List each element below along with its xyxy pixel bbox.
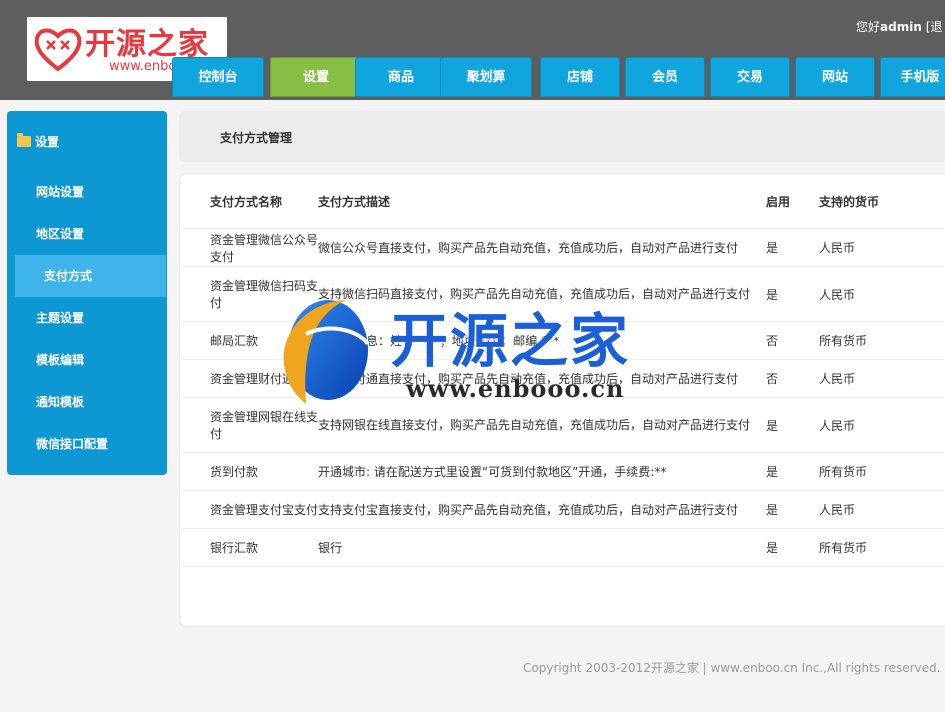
table-header-row: 支付方式名称 支付方式描述 启用 支持的货币 xyxy=(182,174,944,229)
cell-name[interactable]: 资金管理财付通支付 xyxy=(182,359,318,398)
sidebar-item-theme-settings[interactable]: 主题设置 xyxy=(7,297,167,339)
nav-tab-mobile[interactable]: 手机版 xyxy=(880,57,945,97)
cell-desc: 支持支付宝直接支付，购买产品先自动充值，充值成功后，自动对产品进行支付 xyxy=(318,490,766,529)
cell-currency: 人民币 xyxy=(819,490,944,529)
folder-icon xyxy=(17,133,31,147)
table-row[interactable]: 资金管理微信公众号支付 微信公众号直接支付，购买产品先自动充值，充值成功后，自动… xyxy=(182,228,944,267)
table-row[interactable]: 资金管理网银在线支付 支持网银在线直接支付，购买产品先自动充值，充值成功后，自动… xyxy=(182,397,944,453)
sidebar-item-payment-methods[interactable]: 支付方式 xyxy=(15,255,166,297)
top-bar: 开源之家 www.enbooo.cn 您好admin [退 控制台 设置 商品 … xyxy=(0,0,945,100)
cell-currency: 人民币 xyxy=(819,266,944,322)
sidebar-item-notify-template[interactable]: 通知模板 xyxy=(7,381,167,423)
table-row[interactable]: 资金管理微信扫码支付 支持微信扫码直接支付，购买产品先自动充值，充值成功后，自动… xyxy=(182,266,944,322)
table-row[interactable]: 邮局汇款 收款人信息：姓名 *** ；地址 *** ；邮编 *** 否 所有货币 xyxy=(182,321,944,360)
column-header-name: 支付方式名称 xyxy=(182,174,318,229)
column-header-desc: 支付方式描述 xyxy=(318,174,766,229)
sidebar: 设置 网站设置 地区设置 支付方式 主题设置 模板编辑 通知模板 微信接口配置 xyxy=(7,111,167,475)
cell-enabled: 是 xyxy=(766,228,819,267)
breadcrumb: 支付方式管理 xyxy=(179,111,945,162)
user-greeting: 您好admin [退 xyxy=(856,18,942,35)
cell-enabled: 否 xyxy=(766,359,819,398)
nav-tab-settings[interactable]: 设置 xyxy=(270,57,362,97)
cell-desc: 支持网银在线直接支付，购买产品先自动充值，充值成功后，自动对产品进行支付 xyxy=(318,397,766,453)
sidebar-item-region-settings[interactable]: 地区设置 xyxy=(7,213,167,255)
table-row[interactable]: 资金管理财付通支付 支持财付通直接支付，购买产品先自动充值，充值成功后，自动对产… xyxy=(182,359,944,398)
cell-desc: 收款人信息：姓名 *** ；地址 *** ；邮编 *** xyxy=(318,321,766,360)
main-nav: 控制台 设置 商品 聚划算 店铺 会员 交易 网站 手机版 xyxy=(172,57,945,97)
cell-desc: 支持财付通直接支付，购买产品先自动充值，充值成功后，自动对产品进行支付 xyxy=(318,359,766,398)
cell-currency: 所有货币 xyxy=(819,321,944,360)
sidebar-title-label: 设置 xyxy=(35,135,60,149)
column-header-currency: 支持的货币 xyxy=(819,174,944,229)
sidebar-item-wechat-api[interactable]: 微信接口配置 xyxy=(7,423,167,465)
greeting-prefix: 您好 xyxy=(856,20,881,34)
cell-currency: 人民币 xyxy=(819,397,944,453)
cell-desc: 开通城市: 请在配送方式里设置“可货到付款地区”开通，手续费:** xyxy=(318,452,766,491)
sidebar-title: 设置 xyxy=(17,133,59,150)
cell-name[interactable]: 货到付款 xyxy=(182,452,318,491)
cell-name[interactable]: 银行汇款 xyxy=(182,528,318,567)
nav-tab-group-buy[interactable]: 聚划算 xyxy=(440,57,532,97)
cell-enabled: 是 xyxy=(766,452,819,491)
payment-table-panel: 支付方式名称 支付方式描述 启用 支持的货币 资金管理微信公众号支付 微信公众号… xyxy=(179,173,945,627)
cell-enabled: 是 xyxy=(766,490,819,529)
page-title: 支付方式管理 xyxy=(220,131,293,145)
sidebar-item-website-settings[interactable]: 网站设置 xyxy=(7,171,167,213)
nav-tab-products[interactable]: 商品 xyxy=(355,57,447,97)
cell-desc: 支持微信扫码直接支付，购买产品先自动充值，充值成功后，自动对产品进行支付 xyxy=(318,266,766,322)
cell-currency: 人民币 xyxy=(819,228,944,267)
cell-enabled: 是 xyxy=(766,266,819,322)
cell-currency: 人民币 xyxy=(819,359,944,398)
cell-name[interactable]: 邮局汇款 xyxy=(182,321,318,360)
heart-logo-icon xyxy=(34,28,82,72)
table-row[interactable]: 银行汇款 银行 是 所有货币 xyxy=(182,528,944,567)
cell-name[interactable]: 资金管理微信公众号支付 xyxy=(182,228,318,267)
column-header-enabled: 启用 xyxy=(766,174,819,229)
cell-currency: 所有货币 xyxy=(819,528,944,567)
cell-currency: 所有货币 xyxy=(819,452,944,491)
footer-copyright: Copyright 2003-2012开源之家 | www.enboo.cn I… xyxy=(523,661,941,675)
cell-name[interactable]: 资金管理网银在线支付 xyxy=(182,397,318,453)
cell-name[interactable]: 资金管理微信扫码支付 xyxy=(182,266,318,322)
table-row[interactable]: 货到付款 开通城市: 请在配送方式里设置“可货到付款地区”开通，手续费:** 是… xyxy=(182,452,944,491)
cell-desc: 微信公众号直接支付，购买产品先自动充值，充值成功后，自动对产品进行支付 xyxy=(318,228,766,267)
cell-name[interactable]: 资金管理支付宝支付 xyxy=(182,490,318,529)
table-row[interactable]: 资金管理支付宝支付 支持支付宝直接支付，购买产品先自动充值，充值成功后，自动对产… xyxy=(182,490,944,529)
nav-tab-trade[interactable]: 交易 xyxy=(710,57,790,97)
cell-desc: 银行 xyxy=(318,528,766,567)
username: admin xyxy=(880,20,922,34)
payment-methods-table: 支付方式名称 支付方式描述 启用 支持的货币 资金管理微信公众号支付 微信公众号… xyxy=(182,174,944,567)
logout-link[interactable]: [退 xyxy=(926,20,943,34)
sidebar-item-template-edit[interactable]: 模板编辑 xyxy=(7,339,167,381)
nav-tab-website[interactable]: 网站 xyxy=(795,57,875,97)
cell-enabled: 是 xyxy=(766,397,819,453)
nav-tab-dashboard[interactable]: 控制台 xyxy=(172,57,264,97)
cell-enabled: 是 xyxy=(766,528,819,567)
nav-tab-shop[interactable]: 店铺 xyxy=(540,57,620,97)
cell-enabled: 否 xyxy=(766,321,819,360)
nav-tab-members[interactable]: 会员 xyxy=(625,57,705,97)
